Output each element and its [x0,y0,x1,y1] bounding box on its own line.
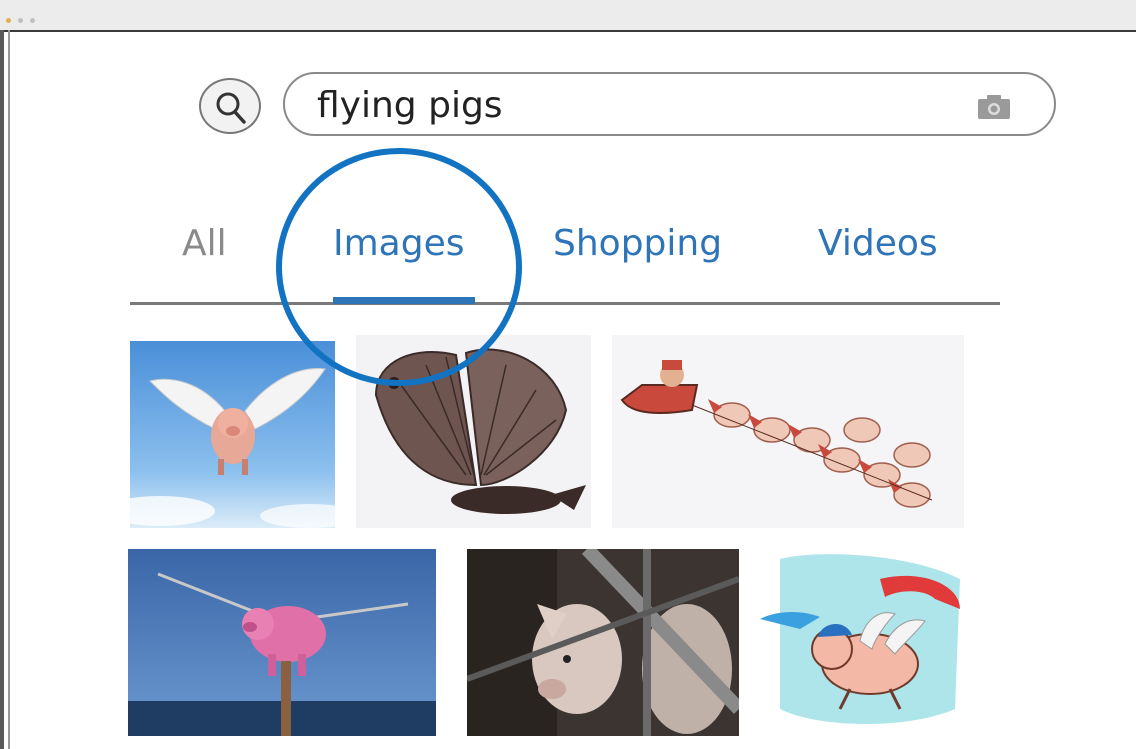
pigs-pen-image [467,549,739,736]
search-icon [216,92,246,124]
tab-videos[interactable]: Videos [818,223,938,264]
highlight-circle [276,148,522,386]
image-result-winged-pig[interactable] [130,341,335,528]
image-result-pink-pig-statue[interactable] [128,549,436,736]
window-dot[interactable] [30,18,36,23]
pig-statue-image [128,549,436,736]
window-frame [0,30,4,749]
tab-all[interactable]: All [182,223,227,264]
window-controls[interactable] [6,8,37,27]
image-result-pigs-in-pen[interactable] [467,549,739,736]
image-result-cartoon-pig-parachute[interactable] [760,549,974,736]
window-frame-inner [8,30,10,749]
image-result-santa-sleigh-pigs[interactable] [612,335,964,528]
window-dot[interactable] [6,18,11,23]
camera-icon[interactable] [976,93,1012,121]
santa-sleigh-image [612,335,964,528]
search-button[interactable] [199,78,261,134]
cartoon-pig-image [760,549,974,736]
search-tabs: All Images Shopping Videos [130,215,1000,307]
search-input[interactable] [315,82,919,128]
tabs-divider [130,302,1000,305]
winged-pig-image [130,341,335,528]
tab-shopping[interactable]: Shopping [553,223,722,264]
search-bar[interactable] [283,72,1056,136]
window-dot[interactable] [18,18,24,23]
window-titlebar [0,0,1136,32]
